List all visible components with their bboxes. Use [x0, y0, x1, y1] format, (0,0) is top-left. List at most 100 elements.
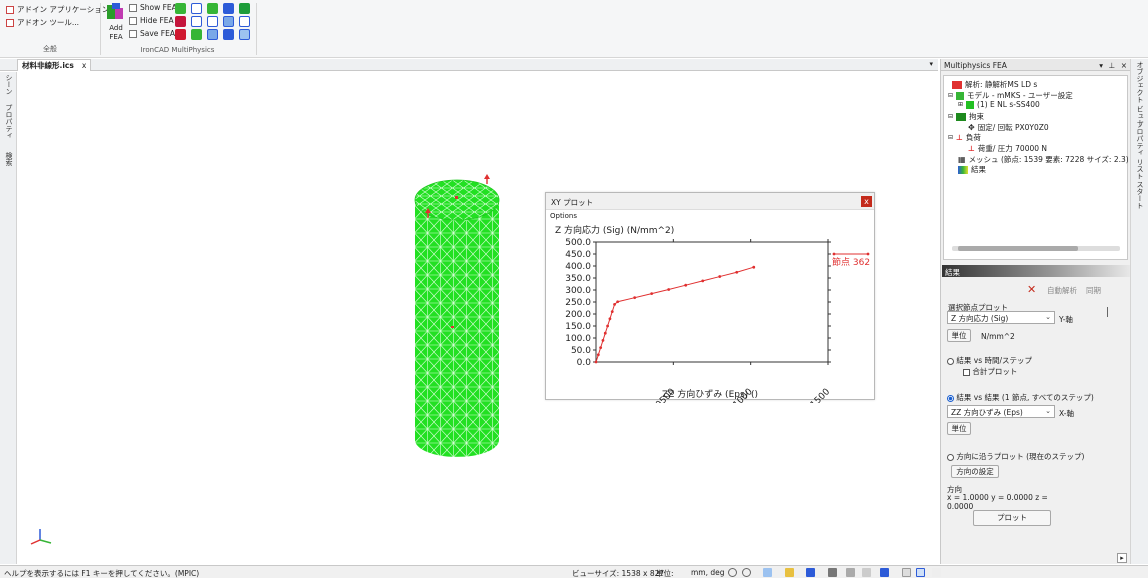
xy-plot-options-menu[interactable]: Options	[550, 212, 577, 220]
green-cube-icon[interactable]	[239, 3, 250, 14]
document-tab[interactable]: 材料非線形.ics x	[17, 59, 92, 71]
delete-icon[interactable]: ✕	[1027, 283, 1036, 296]
tree-part[interactable]: ⊞ (1) E NL s-SS400	[958, 100, 1040, 109]
tab-properties[interactable]: プロパティ	[4, 104, 14, 139]
sync-button[interactable]: 同期	[1086, 285, 1101, 296]
frame-icon[interactable]	[239, 16, 250, 27]
direction-settings-button[interactable]: 方向の設定	[951, 465, 999, 478]
xy-plot-titlebar[interactable]: XY プロット	[546, 193, 874, 210]
tree-results[interactable]: 結果	[958, 164, 986, 175]
wire-cube-icon[interactable]	[207, 16, 218, 27]
mesh-icon[interactable]	[175, 3, 186, 14]
close-tab-icon[interactable]: x	[82, 61, 86, 70]
tab-start[interactable]: スタート	[1135, 181, 1145, 209]
y-tick-label: 250.0	[565, 298, 591, 308]
unit-button[interactable]: 単位	[947, 329, 971, 342]
x-axis-label: X-軸	[1059, 409, 1074, 418]
save-fea-button[interactable]: Save FEA	[129, 29, 175, 38]
green-mesh-icon[interactable]	[191, 29, 202, 40]
data-point	[601, 339, 605, 342]
select-pointer-icon[interactable]	[916, 568, 925, 577]
outline-cube-icon[interactable]	[191, 16, 202, 27]
tab-property-list[interactable]: プロパティ リスト	[1135, 121, 1145, 179]
tree-hscrollbar[interactable]	[952, 246, 1120, 251]
data-point	[684, 283, 688, 287]
tree-mesh[interactable]: ▦ メッシュ (節点: 1539 要素: 7228 サイズ: 2.3) mm	[958, 154, 1146, 165]
collapse-icon: ⊟	[948, 134, 954, 141]
contour-icon[interactable]	[223, 29, 234, 40]
y-tick-label: 200.0	[565, 310, 591, 320]
solid-icon[interactable]	[207, 3, 218, 14]
add-fea-button[interactable]: Add FEA	[105, 3, 127, 43]
radio-result-vs-result[interactable]: 結果 vs 結果 (1 節点, すべてのステップ)	[947, 392, 1094, 403]
tree-load-item[interactable]: ⊥ 荷重/ 圧力 70000 N	[968, 143, 1047, 154]
analysis-tree[interactable]: 解析: 静解析MS LD s ⊟ モデル - mMKS - ユーザー設定 ⊞ (…	[943, 75, 1146, 260]
xy-plot-close-button[interactable]: x	[861, 196, 872, 207]
panel-pin-icon[interactable]: ⊥	[1108, 61, 1115, 70]
panel-title: Multiphysics FEA	[944, 61, 1007, 70]
tab-dropdown-icon[interactable]: ▾	[929, 60, 933, 68]
zoom-area-icon[interactable]	[742, 568, 751, 577]
selected-cube-icon[interactable]	[223, 16, 234, 27]
pan-icon[interactable]	[902, 568, 911, 577]
ribbon-separator-2	[256, 3, 257, 55]
data-point	[594, 360, 598, 364]
direction-values: x = 1.0000 y = 0.0000 z =	[947, 493, 1048, 502]
unit-button-2[interactable]: 単位	[947, 422, 971, 435]
panel-menu-icon[interactable]: ▾	[1099, 61, 1103, 70]
data-point	[613, 303, 616, 306]
left-panel-strip: シーン プロパティ 検索	[0, 72, 17, 564]
collapse-icon: ⊟	[948, 92, 954, 99]
data-point	[610, 310, 614, 313]
zoom-icon[interactable]	[728, 568, 737, 577]
plot-button[interactable]: プロット	[973, 510, 1051, 526]
y-tick-label: 350.0	[565, 274, 591, 284]
addon-tools-link[interactable]: アドオン ツール...	[6, 17, 79, 28]
radio-result-vs-time[interactable]: 結果 vs 時間/ステップ	[947, 355, 1032, 366]
blue-solid-icon[interactable]	[223, 3, 234, 14]
auto-analysis-button[interactable]: 自動解析	[1047, 285, 1077, 296]
tools-icon[interactable]	[862, 568, 871, 577]
tree-load[interactable]: ⊟ ⊥ 負荷	[948, 132, 981, 143]
cursor-icon[interactable]	[932, 568, 941, 577]
series-line	[595, 266, 754, 363]
tree-analysis[interactable]: 解析: 静解析MS LD s	[952, 79, 1037, 90]
tab-scene[interactable]: シーン	[4, 74, 14, 95]
scroll-right-icon[interactable]: ▸	[1117, 553, 1127, 563]
data-point	[718, 275, 722, 278]
data-point	[596, 353, 600, 357]
y-axis-select[interactable]: Z 方向応力 (Sig) ⌄	[947, 311, 1055, 324]
result-icon[interactable]	[239, 29, 250, 40]
panel-close-icon[interactable]: ×	[1121, 61, 1127, 70]
shaded-icon[interactable]	[880, 568, 889, 577]
hide-fea-button[interactable]: Hide FEA	[129, 16, 174, 25]
right-panel-tabs: オブジェクト ビュー プロパティ リスト スタート	[1130, 59, 1148, 564]
folder-icon[interactable]	[785, 568, 794, 577]
pressure-icon: ⊥	[968, 144, 975, 153]
mesh-view-icon[interactable]	[207, 29, 218, 40]
orientation-icon[interactable]	[828, 568, 837, 577]
analysis-icon	[952, 80, 962, 89]
tab-object-view[interactable]: オブジェクト ビュー	[1135, 61, 1145, 126]
tab-search[interactable]: 検索	[4, 152, 14, 166]
total-plot-checkbox[interactable]: 合計プロット	[963, 366, 1017, 377]
y-tick-label: 100.0	[565, 334, 591, 344]
data-point	[752, 265, 756, 269]
y-tick-label: 400.0	[565, 262, 591, 272]
render-icon[interactable]	[806, 568, 815, 577]
unit-value: N/mm^2	[981, 332, 1015, 341]
add-fea-label-2: FEA	[109, 33, 123, 41]
x-axis-select[interactable]: ZZ 方向ひずみ (Eps) ⌄	[947, 405, 1055, 418]
view-icon[interactable]	[763, 568, 772, 577]
box-icon[interactable]	[191, 3, 202, 14]
legend-label: 節点 362	[832, 256, 870, 268]
show-fea-button[interactable]: Show FEA	[129, 3, 177, 12]
red-cube-icon[interactable]	[175, 16, 186, 27]
ribbon-separator	[100, 3, 101, 55]
radio-direction-plot[interactable]: 方向に沿うプロット (現在のステップ)	[947, 451, 1084, 462]
xy-plot-window[interactable]: XY プロット x Options Z 方向応力 (Sig) (N/mm^2) …	[545, 192, 875, 403]
red-solid-icon[interactable]	[175, 29, 186, 40]
section-icon[interactable]	[846, 568, 855, 577]
tree-constraint[interactable]: ⊟ 拘束	[948, 111, 984, 122]
tree-scroll-thumb[interactable]	[958, 246, 1078, 251]
